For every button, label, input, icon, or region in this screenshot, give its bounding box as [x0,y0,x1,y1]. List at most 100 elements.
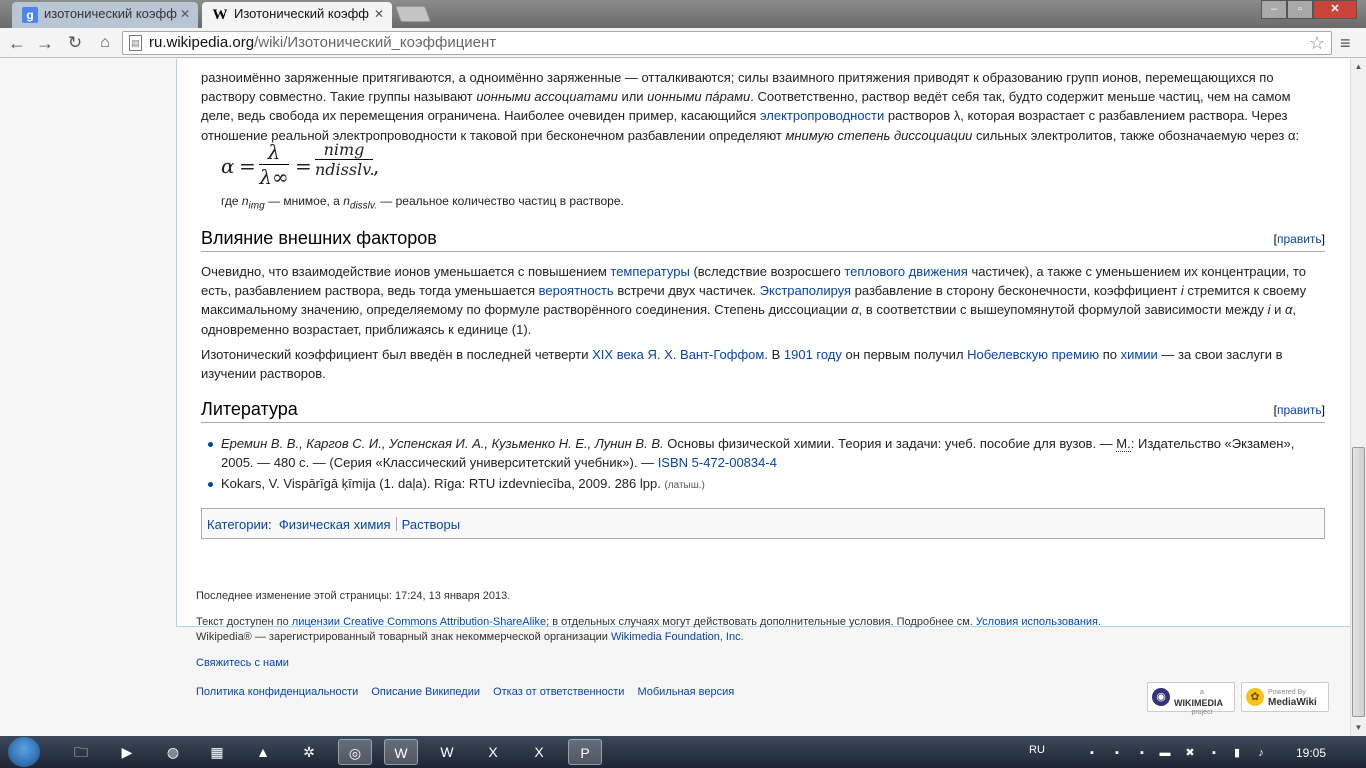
link-disclaimer[interactable]: Отказ от ответственности [493,686,624,698]
tab-google-search[interactable]: g изотонический коэфф ✕ [12,2,198,28]
link-about[interactable]: Описание Википедии [371,686,480,698]
browser-toolbar: ← → ↻ ⌂ ▤ ru.wikipedia.org/wiki/Изотонич… [0,28,1366,58]
link-license[interactable]: лицензии Creative Commons Attribution-Sh… [292,616,546,628]
link-chemistry[interactable]: химии [1121,347,1158,362]
tab-wikipedia-article[interactable]: W Изотонический коэфф ✕ [202,2,392,28]
text: и [1270,302,1285,318]
clipped-text-line: ‾‾‾‾‾‾‾‾‾‾‾‾‾‾‾‾‾‾‾‾‾‾‾‾‾‾‾‾‾‾‾‾‾‾‾‾‾‾‾‾… [201,59,1301,64]
link-extrapolation[interactable]: Экстраполируя [760,283,851,298]
word-icon[interactable]: W [430,739,464,765]
categories-label-link[interactable]: Категории [207,517,268,532]
edit-link[interactable]: править [1277,232,1322,246]
var-n: n [343,194,350,208]
new-tab-button[interactable] [395,6,431,22]
link-van-t-hoff[interactable]: Я. Х. Вант-Гоффом [648,347,765,362]
tray-app-icon[interactable]: ▪ [1135,746,1149,760]
excel-icon[interactable]: X [522,739,556,765]
text: по [1099,347,1121,362]
excel-icon[interactable]: X [476,739,510,765]
google-favicon-icon: g [22,7,38,23]
volume-icon[interactable]: ♪ [1254,746,1268,760]
var-alpha: α [851,302,859,318]
footer-links: Политика конфиденциальности Описание Вик… [196,686,744,698]
home-icon[interactable]: ⌂ [94,32,116,54]
edit-section-link[interactable]: [править] [1274,232,1325,246]
link-mobile[interactable]: Мобильная версия [637,686,734,698]
tab-close-icon[interactable]: ✕ [374,2,384,26]
language-tag: (латыш.) [664,480,705,492]
list-item: Еремин В. В., Каргов С. И., Успенская И.… [208,434,1325,472]
link-privacy[interactable]: Политика конфиденциальности [196,686,358,698]
formula-n-img: nimg [315,140,373,160]
tray-app-icon[interactable]: ✖ [1183,746,1197,760]
link-thermal-motion[interactable]: теплового движения [844,264,968,279]
text: сильных электролитов, также обозначаемую… [972,127,1300,143]
menu-icon[interactable]: ≡ [1340,34,1358,52]
link-wikimedia-foundation[interactable]: Wikimedia Foundation, Inc. [611,631,744,643]
contact-link-wrap: Свяжитесь с нами [196,657,289,669]
scroll-up-arrow-icon[interactable]: ▲ [1351,59,1366,75]
word-icon[interactable]: W [384,739,418,765]
heading-external-factors: Влияние внешних факторов [править] [201,228,1325,252]
close-window-button[interactable]: ✕ [1313,0,1357,19]
link-temperature[interactable]: температуры [610,264,689,279]
edit-section-link[interactable]: [править] [1274,403,1325,417]
page-icon: ▤ [129,35,142,51]
wikimedia-project-badge[interactable]: ◉ a WIKIMEDIA project [1147,682,1235,716]
formula-n-disslv: ndisslv. [315,160,375,179]
input-language[interactable]: RU [1029,744,1045,756]
badge-text: project [1191,709,1213,716]
reload-icon[interactable]: ↻ [64,32,86,54]
chrome-icon[interactable]: ◎ [338,739,372,765]
link-conductivity[interactable]: электропроводности [760,108,884,123]
start-button[interactable] [8,737,40,767]
text: Wikipedia® — зарегистрированный товарный… [196,631,611,643]
text: Текст доступен по [196,616,292,628]
media-player-icon[interactable]: ▶ [110,739,144,765]
powered-by-mediawiki-badge[interactable]: ✿ Powered By MediaWiki [1241,682,1329,712]
tab-label: изотонический коэфф [44,6,177,21]
minimize-button[interactable]: – [1261,0,1287,19]
term-ionic-associates: ионными ассоциатами [476,89,618,105]
powerpoint-icon[interactable]: P [568,739,602,765]
forward-arrow-icon[interactable]: → [34,32,56,54]
category-physical-chemistry[interactable]: Физическая химия [279,517,391,532]
link-contact[interactable]: Свяжитесь с нами [196,657,289,669]
app-icon[interactable]: ▲ [246,739,280,765]
link-19th-century[interactable]: XIX века [592,347,644,362]
tab-label: Изотонический коэфф [234,6,369,21]
firefox-icon[interactable]: ◍ [156,739,190,765]
link-1901[interactable]: 1901 году [784,347,842,362]
tray-app-icon[interactable]: ▪ [1207,746,1221,760]
tray-app-icon[interactable]: ▪ [1110,746,1124,760]
text: Изотонический коэффициент был введён в п… [201,347,593,362]
clock[interactable]: 19:05 [1296,746,1326,760]
link-terms[interactable]: Условия использования [976,616,1098,628]
link-isbn[interactable]: ISBN 5-472-00834-4 [658,455,777,470]
link-nobel-prize[interactable]: Нобелевскую премию [967,347,1099,362]
link-probability[interactable]: вероятность [539,283,614,298]
article-content: ‾‾‾‾‾‾‾‾‾‾‾‾‾‾‾‾‾‾‾‾‾‾‾‾‾‾‾‾‾‾‾‾‾‾‾‾‾‾‾‾… [176,59,1350,627]
back-arrow-icon[interactable]: ← [6,32,28,54]
app-icon[interactable]: ✲ [292,739,326,765]
category-links: Категории: Физическая химия Растворы [201,508,1325,539]
notepad-icon[interactable]: ▦ [200,739,234,765]
address-bar[interactable]: ▤ ru.wikipedia.org/wiki/Изотонический_ко… [122,31,1332,55]
scroll-down-arrow-icon[interactable]: ▼ [1351,720,1366,736]
edit-link[interactable]: править [1277,403,1322,417]
tray-app-icon[interactable]: ▪ [1085,746,1099,760]
maximize-button[interactable]: ▫ [1287,0,1313,19]
tab-close-icon[interactable]: ✕ [180,2,190,26]
scrollbar-thumb[interactable] [1352,447,1365,717]
explorer-icon[interactable]: 🗀 [64,739,98,765]
bookmark-star-icon[interactable]: ☆ [1309,32,1325,54]
category-solutions[interactable]: Растворы [402,517,461,532]
vertical-scrollbar[interactable]: ▲ ▼ [1350,59,1366,736]
windows-taskbar: 🗀 ▶ ◍ ▦ ▲ ✲ ◎ W W X X P RU ▪ ▪ ▪ ▬ ✖ ▪ ▮… [0,736,1366,768]
badge-text: a [1200,689,1204,696]
formula-legend: где nimg — мнимое, а ndisslv. — реальное… [221,194,624,211]
badge-text: WIKIMEDIA [1174,698,1223,708]
page-viewport: ‾‾‾‾‾‾‾‾‾‾‾‾‾‾‾‾‾‾‾‾‾‾‾‾‾‾‾‾‾‾‾‾‾‾‾‾‾‾‾‾… [0,59,1350,736]
russian-flag-icon[interactable]: ▬ [1158,746,1172,760]
network-signal-icon[interactable]: ▮ [1230,746,1244,760]
